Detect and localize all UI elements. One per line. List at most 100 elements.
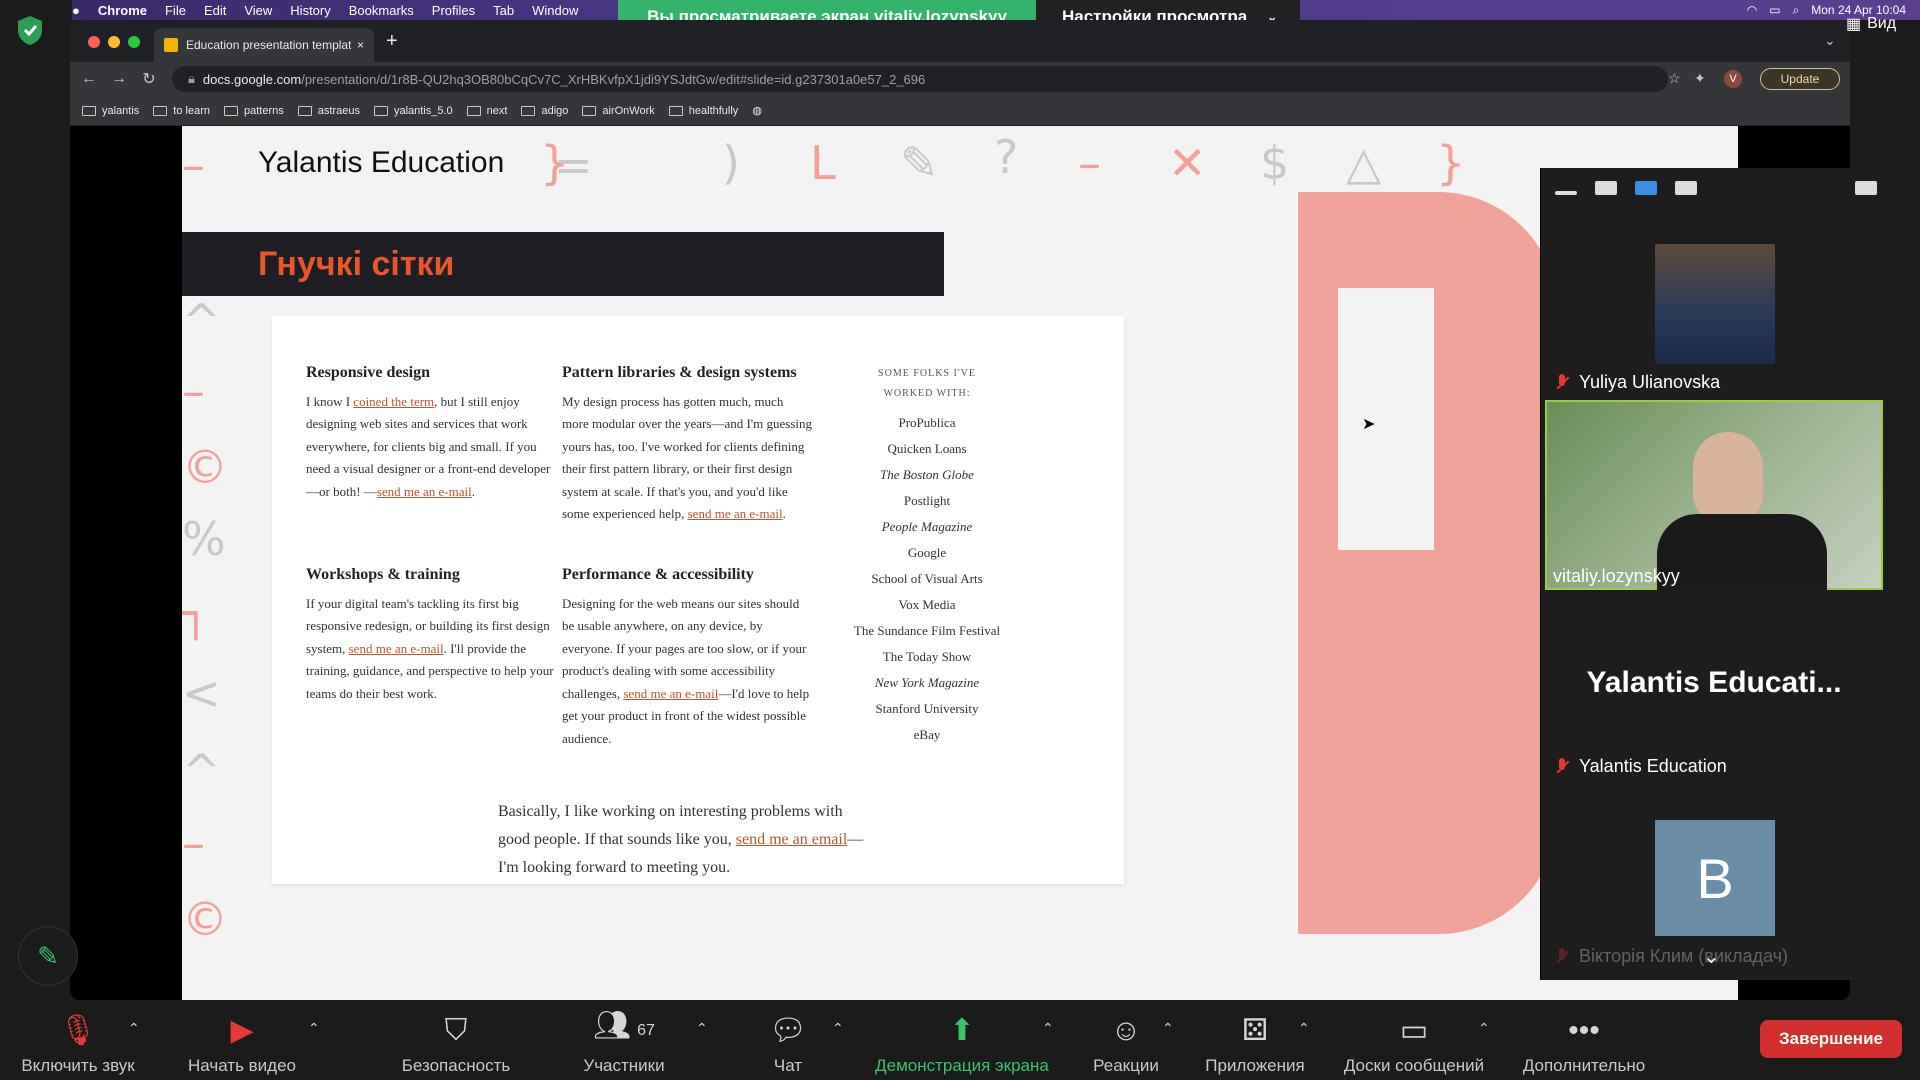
scroll-down-chevron-icon[interactable]: ⌄ [1703, 944, 1720, 969]
block-heading: Workshops & training [306, 566, 460, 583]
bookmark-folder[interactable]: yalantis_5.0 [373, 105, 453, 117]
reload-icon[interactable]: ↻ [138, 68, 160, 90]
back-arrow-icon[interactable]: ← [78, 68, 100, 90]
gallery-view-controls [1541, 168, 1887, 208]
apps-button[interactable]: ⚄ Приложения [1198, 1010, 1312, 1076]
grid-icon: ▦ [1846, 16, 1862, 33]
participant-name-tile[interactable]: Yalantis Educati... [1541, 666, 1887, 700]
list-item: The Sundance Film Festival [853, 623, 1001, 638]
share-screen-label: Демонстрация экрана [875, 1056, 1049, 1075]
video-options-chevron-icon[interactable]: ⌃ [308, 1020, 320, 1037]
bookmark-folder[interactable]: next [466, 105, 507, 117]
bookmark-folder[interactable]: healthfully [668, 105, 738, 117]
single-view-icon[interactable] [1595, 181, 1617, 195]
deco-dash-icon: – [1078, 136, 1101, 190]
menu-bookmarks[interactable]: Bookmarks [349, 3, 414, 18]
list-item: School of Visual Arts [871, 571, 983, 586]
forward-arrow-icon[interactable]: → [108, 68, 130, 90]
unmute-button[interactable]: 🎙︎ Включить звук [14, 1010, 142, 1076]
menu-chrome[interactable]: Chrome [98, 3, 147, 18]
block-heading: Responsive design [306, 364, 431, 381]
deco-dollar-icon: $ [1260, 136, 1290, 190]
menu-profiles[interactable]: Profiles [432, 3, 475, 18]
participants-label: Участники [583, 1056, 665, 1075]
annotate-pencil-icon[interactable]: ✎ [18, 926, 78, 986]
end-meeting-button[interactable]: Завершение [1760, 1020, 1902, 1058]
expand-panel-icon[interactable] [1855, 181, 1877, 195]
email-link[interactable]: send me an e-mail [688, 506, 783, 521]
menu-view[interactable]: View [244, 3, 272, 18]
url-path: /presentation/d/1r8B-QU2hq3OB80bCqCv7C_X… [301, 71, 926, 87]
chat-options-chevron-icon[interactable]: ⌃ [832, 1020, 844, 1037]
bookmark-folder[interactable]: to learn [153, 105, 210, 117]
mic-muted-icon [1555, 757, 1569, 776]
email-link[interactable]: send me an e-mail [377, 484, 472, 499]
extensions-icon[interactable]: ✦ [1694, 70, 1706, 87]
bookmark-folder[interactable]: airOnWork [582, 105, 655, 117]
update-button[interactable]: Update [1760, 68, 1840, 90]
bookmark-folder[interactable]: adigo [521, 105, 568, 117]
close-tab-icon[interactable]: × [357, 38, 364, 52]
slide-title-bar: Гнучкі сітки [182, 232, 944, 296]
whiteboards-button[interactable]: ▭ Доски сообщений [1334, 1010, 1494, 1076]
active-speaker-video[interactable]: vitaliy.lozynskyy [1545, 400, 1883, 590]
new-tab-icon[interactable]: + [386, 30, 398, 53]
deco-cross-icon: ✕ [1168, 136, 1207, 190]
battery-icon[interactable]: ▭ [1769, 3, 1780, 17]
grid-view-icon[interactable] [1675, 181, 1697, 195]
menu-edit[interactable]: Edit [204, 3, 226, 18]
whiteboard-options-chevron-icon[interactable]: ⌃ [1478, 1020, 1490, 1037]
security-shield-icon[interactable] [16, 14, 44, 46]
url-bar[interactable]: 🔒︎ docs.google.com /presentation/d/1r8B-… [172, 66, 1668, 92]
folder-icon [82, 105, 96, 116]
browser-tab[interactable]: Education presentation templat × [154, 28, 374, 62]
menu-tab[interactable]: Tab [493, 3, 514, 18]
menu-file[interactable]: File [165, 3, 186, 18]
folder-icon [297, 105, 312, 116]
profile-avatar[interactable]: V [1724, 70, 1742, 88]
strip-view-icon[interactable] [1635, 181, 1657, 195]
block-heading: Performance & accessibility [562, 566, 754, 583]
apps-options-chevron-icon[interactable]: ⌃ [1298, 1020, 1310, 1037]
list-item: People Magazine [881, 519, 973, 534]
participants-options-chevron-icon[interactable]: ⌃ [696, 1020, 708, 1037]
participant-tile[interactable]: B [1541, 820, 1887, 936]
folder-icon [224, 105, 238, 116]
start-video-button[interactable]: ▶︎ Начать видео [180, 1010, 304, 1076]
wifi-icon[interactable]: ◠ [1747, 3, 1757, 17]
close-window-button[interactable] [88, 36, 100, 48]
globe-icon[interactable]: ◍ [752, 104, 762, 117]
slide-title: Гнучкі сітки [258, 244, 455, 283]
tab-search-chevron-icon[interactable]: ⌄ [1824, 32, 1836, 49]
audio-options-chevron-icon[interactable]: ⌃ [128, 1020, 140, 1037]
reactions-button[interactable]: ☺︎ Реакции [1088, 1010, 1164, 1076]
list-item: Postlight [903, 493, 951, 508]
minimize-panel-icon[interactable] [1555, 191, 1577, 195]
menu-window[interactable]: Window [532, 3, 578, 18]
deco-dash-icon: – [182, 816, 205, 870]
security-button[interactable]: ⛉ Безопасность [396, 1010, 516, 1076]
more-button[interactable]: ••• Дополнительно [1514, 1010, 1654, 1076]
view-label: Вид [1867, 15, 1897, 32]
view-button[interactable]: ▦ Вид [1846, 14, 1896, 34]
search-icon[interactable]: ⌕ [1793, 3, 1800, 18]
menu-history[interactable]: History [290, 3, 330, 18]
participant-tile[interactable] [1541, 244, 1887, 364]
email-link[interactable]: send me an e-mail [349, 641, 444, 656]
bookmark-folder[interactable]: patterns [224, 105, 284, 117]
minimize-window-button[interactable] [108, 36, 120, 48]
reactions-options-chevron-icon[interactable]: ⌃ [1162, 1020, 1174, 1037]
coined-term-link[interactable]: coined the term [353, 394, 434, 409]
share-screen-button[interactable]: ⬆︎ Демонстрация экрана [864, 1010, 1060, 1076]
share-options-chevron-icon[interactable]: ⌃ [1042, 1020, 1054, 1037]
star-icon[interactable]: ☆ [1668, 70, 1681, 87]
zoom-toolbar: 🎙︎ Включить звук ⌃ ▶︎ Начать видео ⌃ ⛉ Б… [0, 1000, 1920, 1080]
participants-button[interactable]: 👥︎ 67 Участники [576, 1010, 672, 1076]
chat-button[interactable]: 💬︎ Чат [760, 1010, 816, 1076]
bookmark-folder[interactable]: astraeus [297, 105, 360, 117]
email-link[interactable]: send me an email [736, 831, 848, 848]
apple-icon[interactable]: ● [72, 3, 80, 18]
email-link[interactable]: send me an e-mail [623, 686, 718, 701]
zoom-window-button[interactable] [128, 36, 140, 48]
bookmark-folder[interactable]: yalantis [82, 105, 139, 117]
